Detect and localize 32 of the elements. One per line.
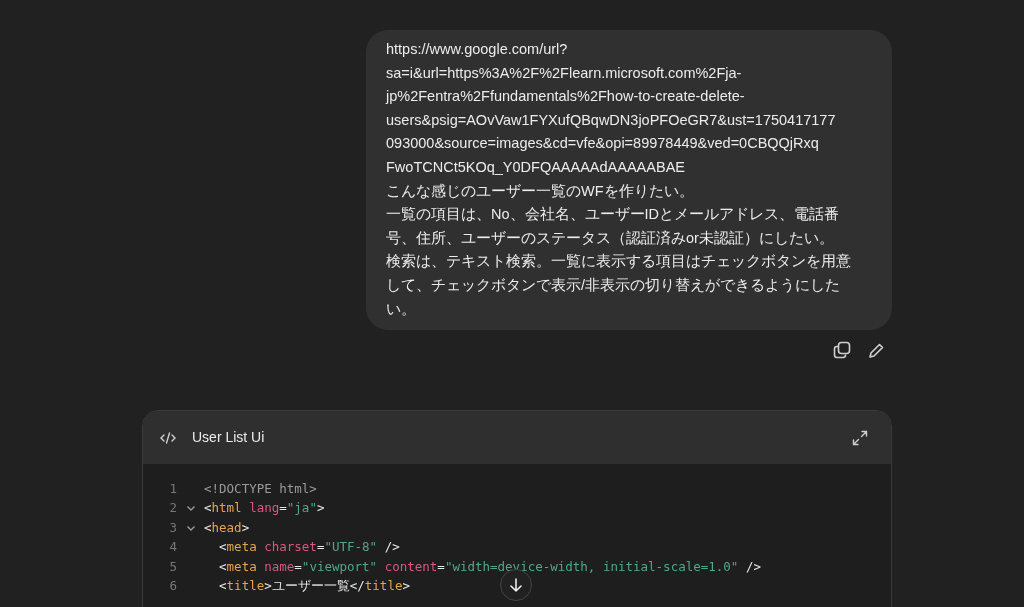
arrow-down-icon	[509, 578, 523, 592]
line-number: 1	[168, 479, 177, 498]
copy-icon	[833, 341, 851, 360]
line-number: 4	[168, 538, 177, 556]
message-text-line: jp%2Fentra%2Ffundamentals%2Fhow-to-create-delete-	[386, 87, 746, 107]
code-line: <!DOCTYPE html>	[204, 479, 317, 498]
message-text-line: FwoTCNCt5KOq_Y0DFQAAAAAdAAAAABAE	[386, 157, 686, 177]
message-text-line: 号、住所、ユーザーのステータス（認証済みor未認証）にしたい。	[386, 228, 835, 248]
message-text-line: 一覧の項目は、No、会社名、ユーザーIDとメールアドレス、電話番	[386, 205, 841, 225]
message-text-line: こんな感じのユーザー一覧のWFを作りたい。	[386, 181, 695, 201]
line-number: 3	[168, 518, 177, 537]
code-line: <html lang="ja">	[204, 499, 325, 517]
copy-button[interactable]	[832, 340, 852, 361]
code-line: <head>	[204, 518, 250, 537]
message-text-line: い。	[386, 299, 417, 319]
pencil-icon	[867, 341, 885, 359]
code-icon	[160, 431, 176, 444]
code-panel-title: User List Ui	[192, 428, 265, 448]
message-text-line: sa=i&url=https%3A%2F%2Flearn.microsoft.com%2Fja-	[386, 63, 743, 83]
message-text-line: 093000&source=images&cd=vfe&opi=89978449&ved=0CBQQjRxq	[386, 134, 820, 154]
message-text-line: して、チェックボタンで表示/非表示の切り替えができるようにした	[386, 275, 842, 295]
expand-button[interactable]	[851, 428, 869, 447]
line-number: 5	[168, 557, 177, 576]
message-text-line: https://www.google.com/url?	[386, 40, 569, 59]
message-text-line: 検索は、テキスト検索。一覧に表示する項目はチェックボタンを用意	[386, 252, 852, 272]
code-line: <title>ユーザー一覧</title>	[218, 577, 410, 595]
line-number: 6	[168, 577, 177, 595]
expand-icon	[852, 429, 868, 446]
line-number: 2	[168, 499, 177, 517]
message-text-line: users&psig=AOvVaw1FYXufQBqwDN3joPFOeGR7&ust=1750417177	[386, 110, 837, 130]
code-line: <meta name="viewport" content="width=device-width, initial-scale=1.0" />	[218, 557, 761, 576]
code-line: <meta charset="UTF-8" />	[218, 538, 400, 556]
